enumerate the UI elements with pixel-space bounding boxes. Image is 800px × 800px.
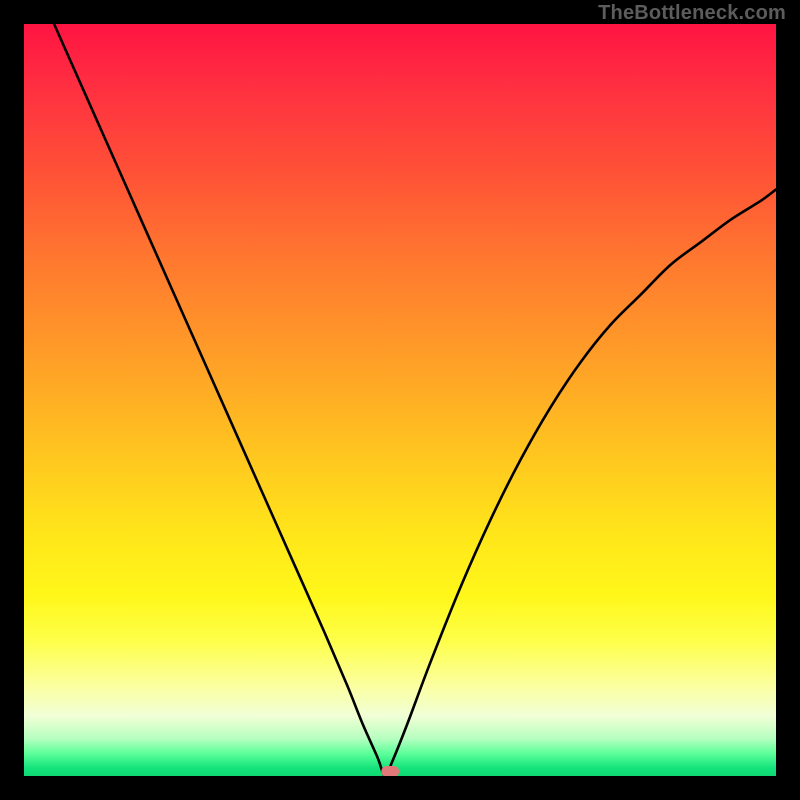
curve-svg <box>24 24 776 776</box>
watermark-text: TheBottleneck.com <box>598 2 786 25</box>
plot-area <box>24 24 776 776</box>
bottleneck-curve <box>54 24 776 776</box>
chart-frame: TheBottleneck.com <box>0 0 800 800</box>
minimum-marker <box>382 766 399 776</box>
